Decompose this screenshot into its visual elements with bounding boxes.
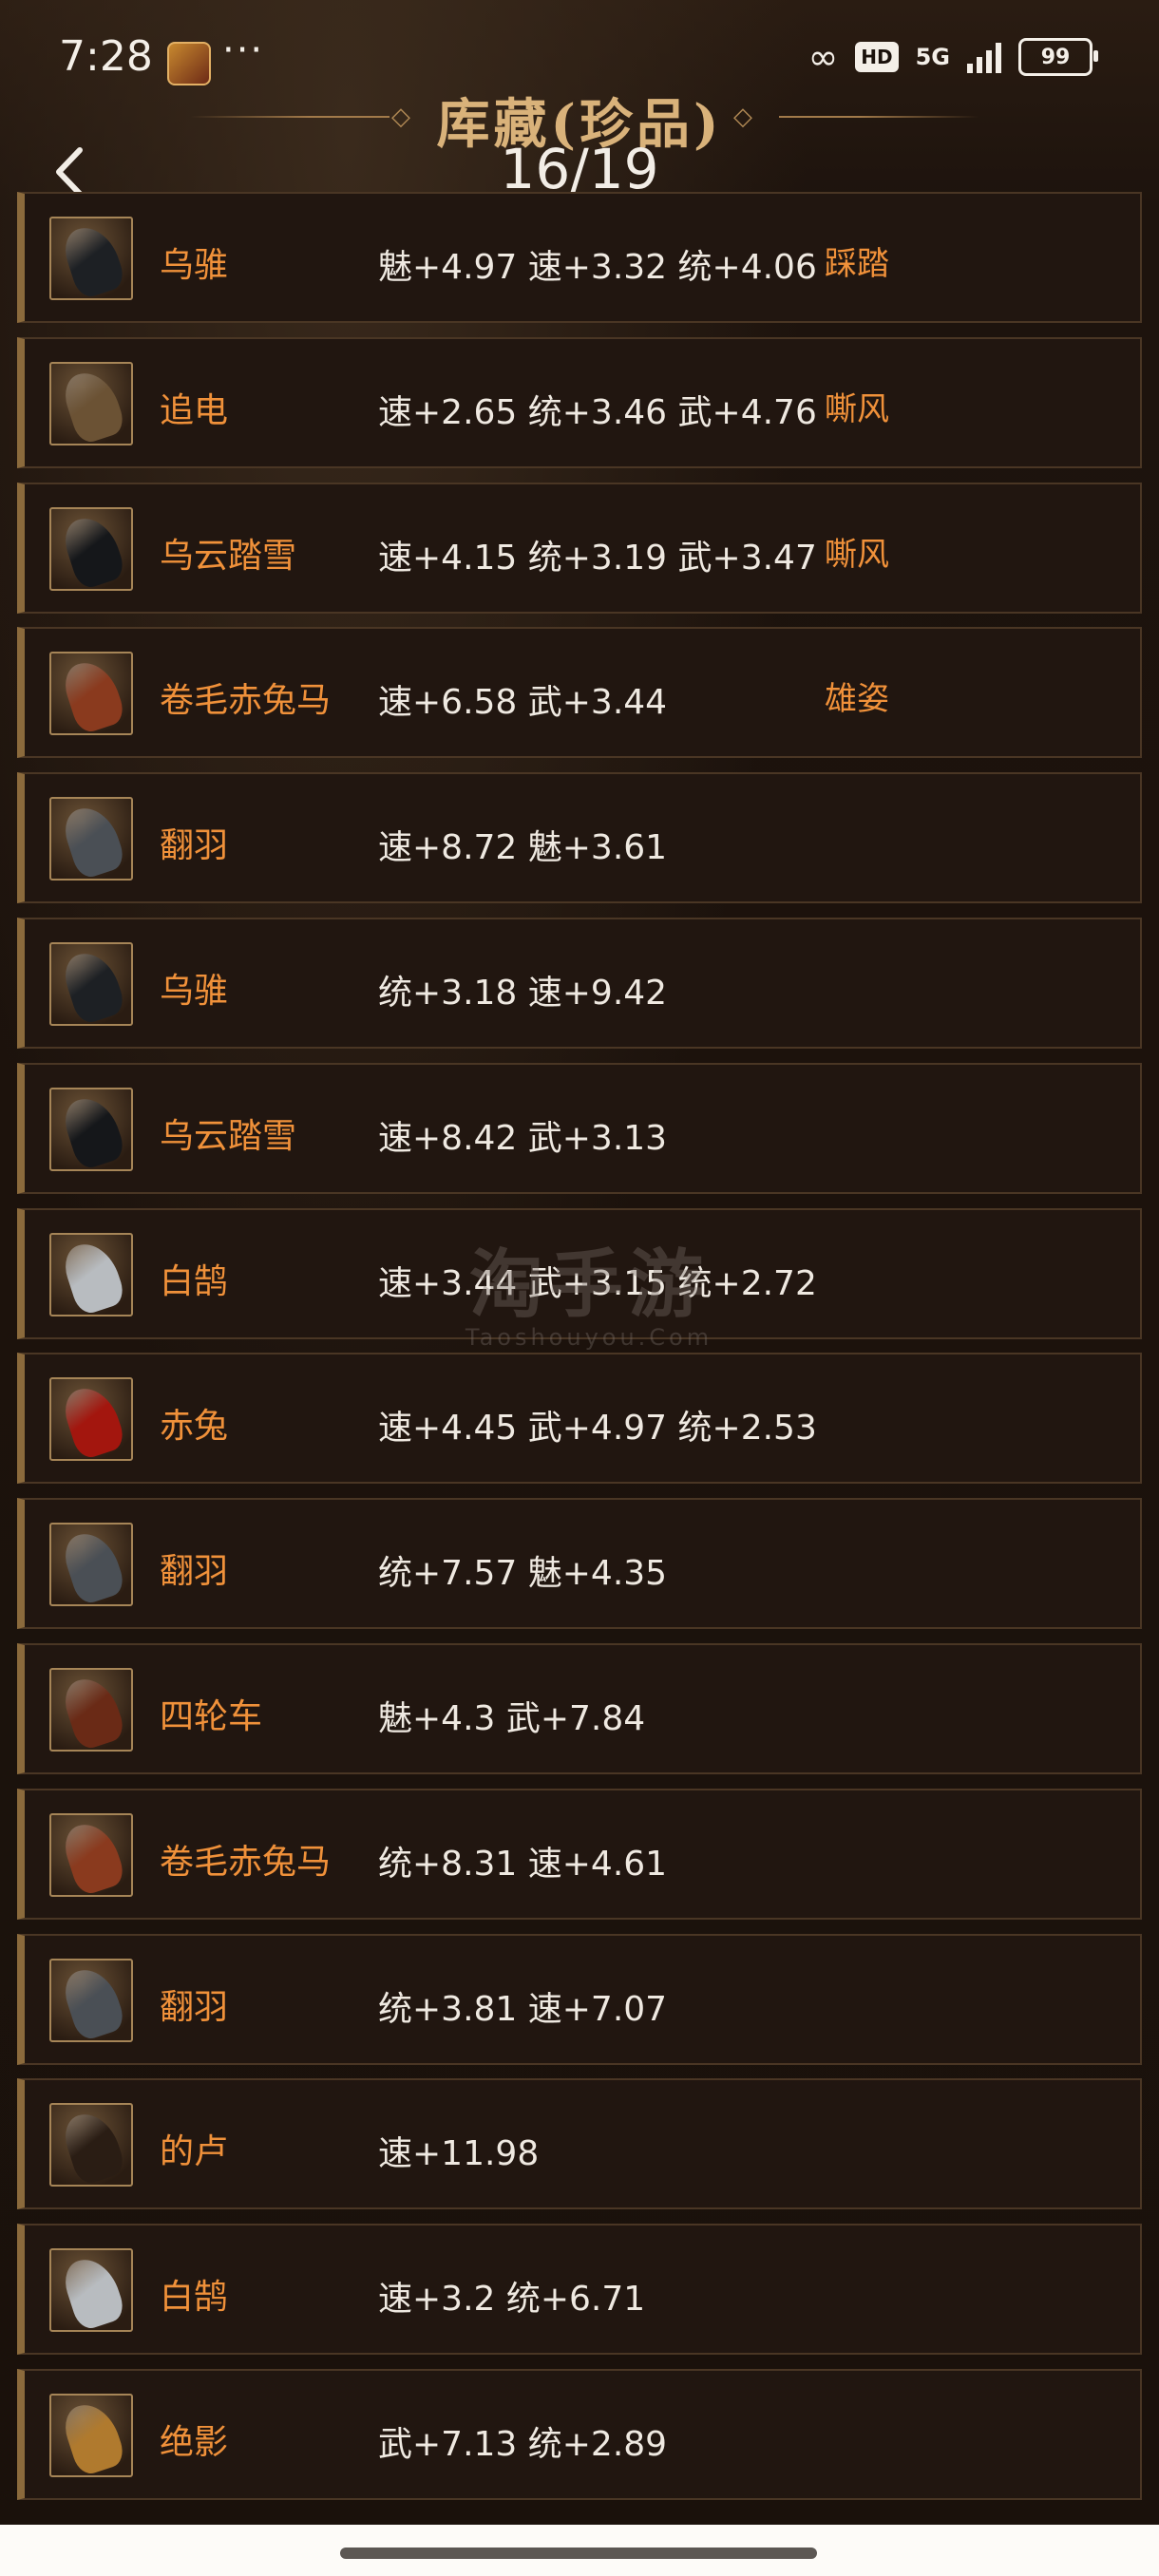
item-name: 翻羽 (160, 1552, 229, 1592)
list-item[interactable]: 乌骓 统+3.18 速+9.42 (17, 918, 1142, 1049)
item-name: 乌骓 (160, 972, 229, 1011)
list-item[interactable]: 乌骓 魅+4.97 速+3.32 统+4.06 踩踏 (17, 192, 1142, 323)
horse-icon (49, 652, 133, 736)
battery-level: 99 (1040, 45, 1071, 69)
list-item[interactable]: 四轮车 魅+4.3 武+7.84 (17, 1643, 1142, 1774)
item-name: 卷毛赤兔马 (160, 681, 332, 721)
list-item[interactable]: 翻羽 统+7.57 魅+4.35 (17, 1498, 1142, 1630)
item-stats: 速+3.2 统+6.71 (378, 2280, 646, 2320)
horse-icon (49, 2248, 133, 2333)
item-stats: 武+7.13 统+2.89 (378, 2425, 668, 2464)
list-item[interactable]: 赤兔 速+4.45 武+4.97 统+2.53 (17, 1353, 1142, 1485)
item-skill: 雄姿 (825, 680, 889, 719)
watermark-main: 淘手游 (468, 1242, 709, 1328)
horse-icon (49, 361, 133, 445)
item-stats: 速+8.72 魅+3.61 (378, 828, 668, 868)
system-icons: ∞ HD 5G 99 (808, 36, 1098, 78)
item-name: 翻羽 (160, 1987, 229, 2027)
item-stats: 统+3.18 速+9.42 (378, 974, 668, 1013)
horse-icon (49, 217, 133, 300)
home-indicator[interactable] (340, 2548, 817, 2559)
horse-icon (49, 1232, 133, 1316)
item-stats: 速+4.45 武+4.97 统+2.53 (378, 1409, 817, 1449)
list-item[interactable]: 绝影 武+7.13 统+2.89 (17, 2369, 1142, 2500)
horse-icon (49, 1812, 133, 1897)
item-stats: 速+11.98 (378, 2134, 540, 2174)
item-stats: 魅+4.97 速+3.32 统+4.06 (378, 248, 817, 287)
list-item[interactable]: 追电 速+2.65 统+3.46 武+4.76 嘶风 (17, 336, 1142, 468)
item-name: 绝影 (160, 2423, 229, 2462)
item-name: 乌云踏雪 (160, 1116, 297, 1156)
item-stats: 速+2.65 统+3.46 武+4.76 (378, 392, 817, 432)
item-name: 四轮车 (160, 1697, 263, 1736)
network-type-label: 5G (915, 44, 950, 70)
item-stats: 速+6.58 武+3.44 (378, 683, 668, 723)
item-stats: 魅+4.3 武+7.84 (378, 1699, 646, 1738)
item-name: 的卢 (160, 2132, 229, 2172)
item-stats: 统+7.57 魅+4.35 (378, 1554, 668, 1594)
item-skill: 嘶风 (825, 535, 889, 574)
watermark: 淘手游 Taoshouyou.Com (456, 1225, 722, 1351)
horse-icon (49, 1523, 133, 1607)
list-item[interactable]: 乌云踏雪 速+8.42 武+3.13 (17, 1062, 1142, 1194)
item-stats: 统+8.31 速+4.61 (378, 1844, 668, 1884)
title-ornament-right-icon: ◇ (733, 103, 752, 131)
signal-icon (967, 41, 1001, 73)
item-name: 追电 (160, 390, 229, 430)
item-name: 乌骓 (160, 246, 229, 285)
item-name: 卷毛赤兔马 (160, 1842, 332, 1882)
list-item[interactable]: 翻羽 统+3.81 速+7.07 (17, 1933, 1142, 2065)
item-name: 白鹄 (160, 2278, 229, 2318)
horse-icon (49, 797, 133, 881)
link-icon: ∞ (808, 36, 839, 78)
item-name: 乌云踏雪 (160, 536, 297, 576)
app-notification-icon (167, 42, 211, 85)
item-name: 翻羽 (160, 826, 229, 866)
horse-icon (49, 1958, 133, 2042)
hd-icon: HD (855, 42, 899, 72)
list-item[interactable]: 翻羽 速+8.72 魅+3.61 (17, 772, 1142, 904)
watermark-sub: Taoshouyou.Com (465, 1324, 713, 1351)
item-stats: 统+3.81 速+7.07 (378, 1989, 668, 2029)
horse-icon (49, 2394, 133, 2477)
item-name: 赤兔 (160, 1407, 229, 1447)
item-stats: 速+4.15 统+3.19 武+3.47 (378, 538, 817, 578)
horse-icon (49, 1377, 133, 1462)
list-item[interactable]: 卷毛赤兔马 速+6.58 武+3.44 雄姿 (17, 627, 1142, 759)
status-time: 7:28 (59, 32, 153, 81)
item-name: 白鹄 (160, 1261, 229, 1301)
item-stats: 速+8.42 武+3.13 (378, 1118, 668, 1158)
more-notifications-icon: ··· (222, 28, 265, 72)
horse-icon (49, 506, 133, 591)
horse-icon (49, 1087, 133, 1171)
horse-icon (49, 2103, 133, 2188)
horse-icon (49, 1668, 133, 1752)
list-item[interactable]: 白鹄 速+3.2 统+6.71 (17, 2224, 1142, 2356)
list-item[interactable]: 卷毛赤兔马 统+8.31 速+4.61 (17, 1788, 1142, 1920)
list-item[interactable]: 乌云踏雪 速+4.15 统+3.19 武+3.47 嘶风 (17, 482, 1142, 614)
item-skill: 嘶风 (825, 389, 889, 428)
list-item[interactable]: 的卢 速+11.98 (17, 2078, 1142, 2210)
horse-icon (49, 942, 133, 1026)
item-skill: 踩踏 (825, 245, 889, 283)
battery-icon: 99 (1018, 38, 1098, 76)
title-divider-right (779, 116, 978, 118)
